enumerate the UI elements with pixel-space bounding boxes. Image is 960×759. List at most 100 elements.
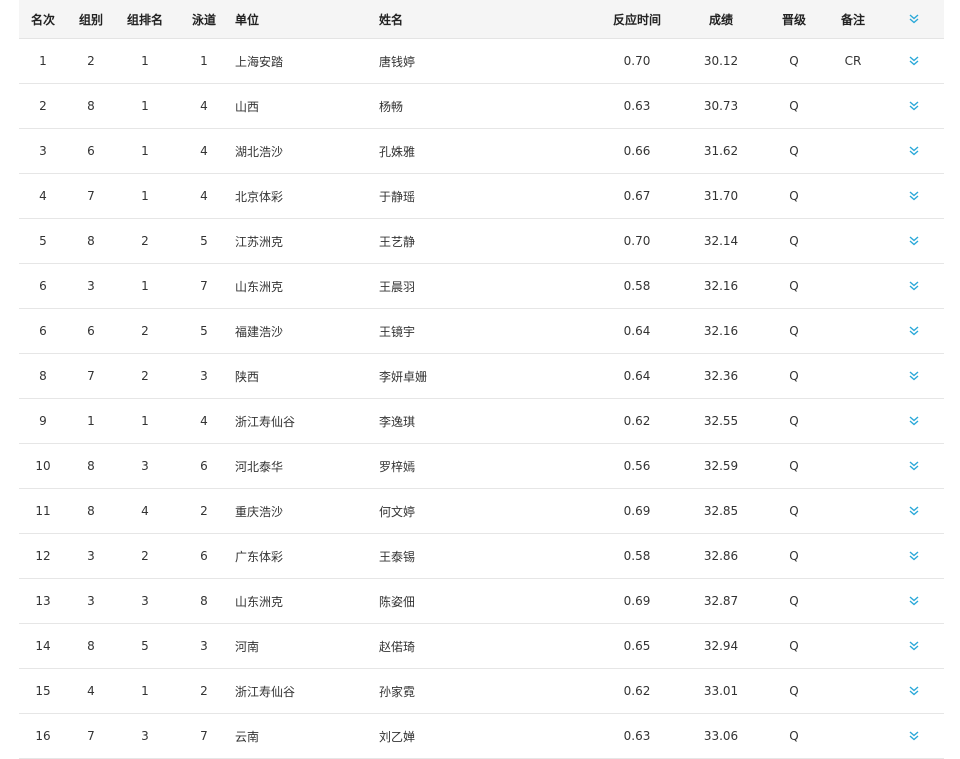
unit-cell: 云南 bbox=[235, 729, 260, 744]
expand-row-icon[interactable] bbox=[899, 534, 929, 578]
lane-cell: 4 bbox=[200, 189, 208, 203]
table-row[interactable]: 3 6 1 4 湖北浩沙 孔姝雅 0.66 31.62 Q bbox=[19, 129, 944, 174]
athlete-name-cell: 王晨羽 bbox=[379, 279, 416, 294]
expand-row-icon[interactable] bbox=[899, 174, 929, 218]
rank-cell: 3 bbox=[39, 144, 47, 158]
group-rank-cell: 1 bbox=[141, 99, 149, 113]
unit-cell: 重庆浩沙 bbox=[235, 504, 284, 519]
group-rank-cell: 2 bbox=[141, 369, 149, 383]
group-rank-cell: 3 bbox=[141, 594, 149, 608]
advance-cell: Q bbox=[789, 279, 799, 293]
athlete-name-cell: 杨畅 bbox=[379, 99, 404, 114]
note-cell bbox=[831, 669, 875, 713]
expand-row-icon[interactable] bbox=[899, 309, 929, 353]
expand-row-icon[interactable] bbox=[899, 264, 929, 308]
expand-row-icon[interactable] bbox=[899, 669, 929, 713]
header-rank: 名次 bbox=[30, 12, 55, 27]
rank-cell: 5 bbox=[39, 234, 47, 248]
table-row[interactable]: 4 7 1 4 北京体彩 于静瑶 0.67 31.70 Q bbox=[19, 174, 944, 219]
group-rank-cell: 3 bbox=[141, 729, 149, 743]
group-cell: 7 bbox=[87, 729, 95, 743]
athlete-name-cell: 王镜宇 bbox=[379, 324, 416, 339]
advance-cell: Q bbox=[789, 324, 799, 338]
athlete-name-cell: 于静瑶 bbox=[379, 189, 416, 204]
expand-row-icon[interactable] bbox=[899, 444, 929, 488]
table-row[interactable]: 15 4 1 2 浙江寿仙谷 孙家霓 0.62 33.01 Q bbox=[19, 669, 944, 714]
table-row[interactable]: 13 3 3 8 山东洲克 陈姿佃 0.69 32.87 Q bbox=[19, 579, 944, 624]
table-row[interactable]: 8 7 2 3 陕西 李妍卓姗 0.64 32.36 Q bbox=[19, 354, 944, 399]
expand-row-icon[interactable] bbox=[899, 489, 929, 533]
note-cell bbox=[831, 219, 875, 263]
table-row[interactable]: 2 8 1 4 山西 杨畅 0.63 30.73 Q bbox=[19, 84, 944, 129]
note-cell bbox=[831, 399, 875, 443]
advance-cell: Q bbox=[789, 639, 799, 653]
group-cell: 3 bbox=[87, 594, 95, 608]
reaction-time-cell: 0.58 bbox=[623, 549, 651, 563]
expand-row-icon[interactable] bbox=[899, 354, 929, 398]
group-cell: 8 bbox=[87, 99, 95, 113]
group-cell: 6 bbox=[87, 324, 95, 338]
header-reaction-time: 反应时间 bbox=[612, 12, 661, 27]
table-row[interactable]: 6 6 2 5 福建浩沙 王镜宇 0.64 32.16 Q bbox=[19, 309, 944, 354]
unit-cell: 陕西 bbox=[235, 369, 260, 384]
athlete-name-cell: 唐钱婷 bbox=[379, 54, 416, 69]
expand-row-icon[interactable] bbox=[899, 399, 929, 443]
group-rank-cell: 1 bbox=[141, 414, 149, 428]
table-row[interactable]: 1 2 1 1 上海安踏 唐钱婷 0.70 30.12 Q CR bbox=[19, 39, 944, 84]
group-rank-cell: 1 bbox=[141, 279, 149, 293]
expand-row-icon[interactable] bbox=[899, 129, 929, 173]
table-row[interactable]: 10 8 3 6 河北泰华 罗梓嫣 0.56 32.59 Q bbox=[19, 444, 944, 489]
table-row[interactable]: 9 1 1 4 浙江寿仙谷 李逸琪 0.62 32.55 Q bbox=[19, 399, 944, 444]
table-row[interactable]: 11 8 4 2 重庆浩沙 何文婷 0.69 32.85 Q bbox=[19, 489, 944, 534]
expand-row-icon[interactable] bbox=[899, 39, 929, 83]
group-rank-cell: 4 bbox=[141, 504, 149, 518]
rank-cell: 16 bbox=[35, 729, 51, 743]
unit-cell: 河北泰华 bbox=[235, 459, 284, 474]
result-cell: 31.70 bbox=[703, 189, 739, 203]
expand-all-icon[interactable] bbox=[899, 0, 929, 38]
lane-cell: 7 bbox=[200, 279, 208, 293]
advance-cell: Q bbox=[789, 369, 799, 383]
result-cell: 30.73 bbox=[703, 99, 739, 113]
reaction-time-cell: 0.64 bbox=[623, 324, 651, 338]
group-cell: 8 bbox=[87, 234, 95, 248]
expand-row-icon[interactable] bbox=[899, 714, 929, 758]
result-cell: 30.12 bbox=[703, 54, 739, 68]
expand-row-icon[interactable] bbox=[899, 624, 929, 668]
table-row[interactable]: 5 8 2 5 江苏洲克 王艺静 0.70 32.14 Q bbox=[19, 219, 944, 264]
rank-cell: 8 bbox=[39, 369, 47, 383]
rank-cell: 9 bbox=[39, 414, 47, 428]
lane-cell: 2 bbox=[200, 684, 208, 698]
unit-cell: 福建浩沙 bbox=[235, 324, 284, 339]
reaction-time-cell: 0.63 bbox=[623, 729, 651, 743]
group-cell: 3 bbox=[87, 279, 95, 293]
reaction-time-cell: 0.69 bbox=[623, 504, 651, 518]
group-cell: 6 bbox=[87, 144, 95, 158]
header-name: 姓名 bbox=[379, 12, 404, 27]
expand-row-icon[interactable] bbox=[899, 219, 929, 263]
reaction-time-cell: 0.67 bbox=[623, 189, 651, 203]
rank-cell: 2 bbox=[39, 99, 47, 113]
group-rank-cell: 2 bbox=[141, 549, 149, 563]
lane-cell: 5 bbox=[200, 324, 208, 338]
table-row[interactable]: 12 3 2 6 广东体彩 王泰锡 0.58 32.86 Q bbox=[19, 534, 944, 579]
note-cell bbox=[831, 444, 875, 488]
lane-cell: 7 bbox=[200, 729, 208, 743]
table-row[interactable]: 16 7 3 7 云南 刘乙婵 0.63 33.06 Q bbox=[19, 714, 944, 759]
reaction-time-cell: 0.63 bbox=[623, 99, 651, 113]
advance-cell: Q bbox=[789, 459, 799, 473]
reaction-time-cell: 0.66 bbox=[623, 144, 651, 158]
table-row[interactable]: 6 3 1 7 山东洲克 王晨羽 0.58 32.16 Q bbox=[19, 264, 944, 309]
expand-row-icon[interactable] bbox=[899, 579, 929, 623]
unit-cell: 山东洲克 bbox=[235, 594, 284, 609]
unit-cell: 北京体彩 bbox=[235, 189, 284, 204]
expand-row-icon[interactable] bbox=[899, 84, 929, 128]
group-cell: 1 bbox=[87, 414, 95, 428]
unit-cell: 广东体彩 bbox=[235, 549, 284, 564]
table-row[interactable]: 14 8 5 3 河南 赵偌琦 0.65 32.94 Q bbox=[19, 624, 944, 669]
unit-cell: 河南 bbox=[235, 639, 260, 654]
advance-cell: Q bbox=[789, 594, 799, 608]
lane-cell: 6 bbox=[200, 459, 208, 473]
athlete-name-cell: 李逸琪 bbox=[379, 414, 416, 429]
advance-cell: Q bbox=[789, 729, 799, 743]
